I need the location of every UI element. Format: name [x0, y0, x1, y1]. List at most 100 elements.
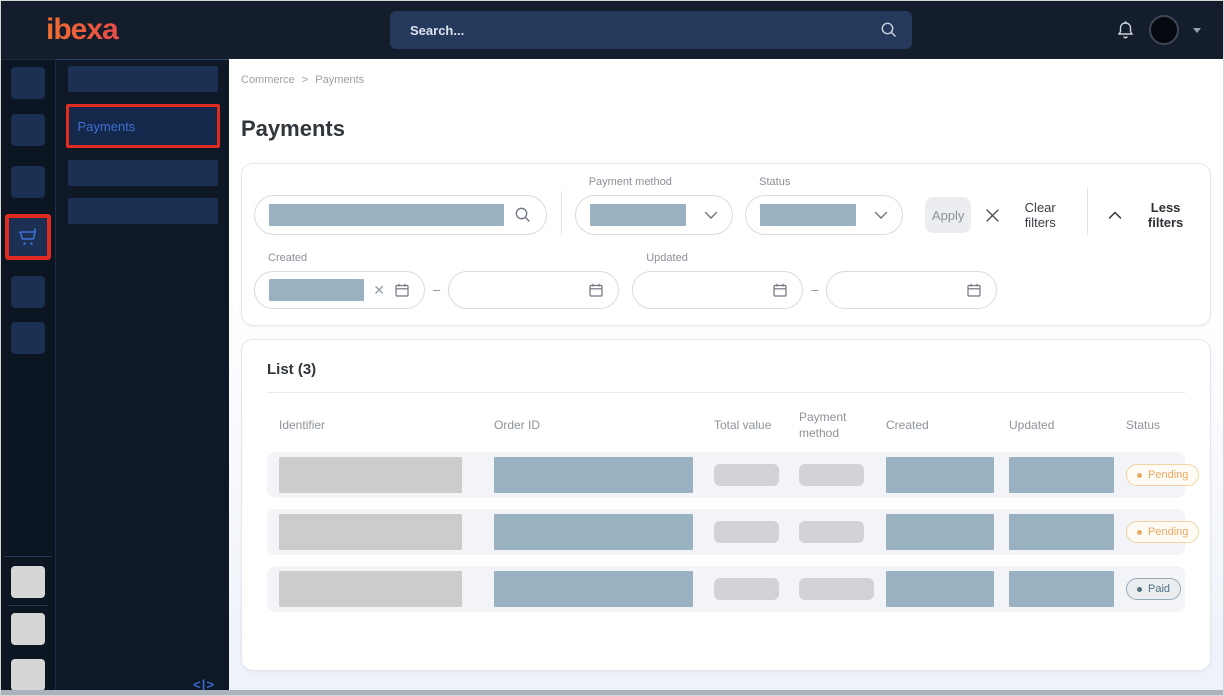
sidebar-item-payments[interactable]: Payments — [66, 104, 220, 148]
column-header-updated: Updated — [997, 417, 1114, 433]
updated-label: Updated — [632, 252, 803, 264]
nav-icon-placeholder-1[interactable] — [11, 67, 45, 99]
column-header-payment-method: Payment method — [787, 409, 874, 441]
main-nav-rail — [1, 59, 56, 696]
status-filter-group: Status — [745, 176, 903, 235]
column-header-identifier: Identifier — [267, 417, 482, 433]
redacted-identifier — [279, 514, 462, 550]
user-menu-chevron-down-icon[interactable] — [1193, 28, 1201, 33]
status-label: Status — [745, 176, 903, 188]
calendar-icon — [772, 282, 788, 298]
apply-button[interactable]: Apply — [925, 197, 971, 233]
nav-rail-bottom — [1, 552, 55, 691]
payment-method-filter-group: Payment method — [575, 176, 733, 235]
redacted-date-value — [269, 279, 364, 301]
table-row[interactable]: Pending — [267, 509, 1185, 555]
column-header-order-id: Order ID — [482, 417, 702, 433]
redacted-created — [886, 571, 994, 607]
updated-to-date-input[interactable] — [826, 271, 997, 309]
page-title: Payments — [241, 116, 1211, 142]
clear-filters-button[interactable]: Clear filters — [985, 197, 1071, 233]
updated-from-group: Updated — [632, 252, 803, 309]
payment-method-label: Payment method — [575, 176, 733, 188]
redacted-identifier — [279, 571, 462, 607]
created-from-date-input[interactable]: ✕ — [254, 271, 425, 309]
filter-search-input[interactable] — [254, 195, 547, 235]
redacted-selected-value — [760, 204, 856, 226]
payment-method-select[interactable] — [575, 195, 733, 235]
table-row[interactable]: Pending — [267, 452, 1185, 498]
breadcrumb: Commerce > Payments — [241, 74, 1211, 86]
vertical-divider — [561, 191, 562, 235]
horizontal-scrollbar[interactable] — [1, 690, 1223, 695]
created-label: Created — [254, 252, 425, 264]
column-header-created: Created — [874, 417, 997, 433]
redacted-order-id — [494, 571, 693, 607]
column-header-total-value: Total value — [702, 417, 787, 433]
nav-icon-placeholder-2[interactable] — [11, 114, 45, 146]
global-search-input[interactable] — [394, 23, 880, 38]
redacted-total-value — [714, 578, 779, 600]
breadcrumb-payments[interactable]: Payments — [315, 74, 364, 86]
redacted-total-value — [714, 521, 779, 543]
calendar-icon — [588, 282, 604, 298]
table-header-row: Identifier Order ID Total value Payment … — [267, 398, 1185, 452]
status-badge: Paid — [1126, 578, 1181, 600]
status-badge: Pending — [1126, 521, 1199, 543]
created-from-group: Created ✕ — [254, 252, 425, 309]
ibexa-logo[interactable]: ibexa — [1, 13, 229, 47]
less-filters-button[interactable]: Less filters — [1108, 197, 1198, 233]
vertical-divider — [1087, 187, 1088, 235]
status-dot-icon — [1137, 473, 1142, 478]
redacted-updated — [1009, 514, 1114, 550]
secondary-sidebar: Payments <|> — [56, 59, 229, 696]
bottom-icon-placeholder-3[interactable] — [11, 659, 45, 691]
chevron-down-icon — [704, 211, 718, 220]
breadcrumb-commerce[interactable]: Commerce — [241, 74, 295, 86]
date-range-dash: – — [811, 282, 818, 297]
user-avatar[interactable] — [1149, 15, 1179, 45]
search-icon — [514, 206, 532, 224]
redacted-identifier — [279, 457, 462, 493]
status-dot-icon — [1137, 530, 1142, 535]
redacted-order-id — [494, 457, 693, 493]
redacted-payment-method — [799, 578, 874, 600]
search-icon — [880, 21, 898, 39]
sidebar-item-placeholder-2[interactable] — [68, 160, 218, 186]
nav-item-commerce-active[interactable] — [5, 214, 51, 260]
redacted-payment-method — [799, 464, 864, 486]
clear-filters-label: Clear filters — [1009, 200, 1071, 230]
topbar: ibexa — [1, 1, 1223, 59]
shopping-cart-icon — [9, 218, 47, 256]
nav-icon-placeholder-3[interactable] — [11, 166, 45, 198]
table-row[interactable]: Paid — [267, 566, 1185, 612]
topbar-search-zone — [229, 11, 1073, 49]
nav-icon-placeholder-5[interactable] — [11, 322, 45, 354]
redacted-created — [886, 457, 994, 493]
filters-row-2: Created ✕ — [254, 252, 1198, 309]
notifications-bell-icon[interactable] — [1116, 20, 1135, 41]
app-window: ibexa — [0, 0, 1224, 696]
status-select[interactable] — [745, 195, 903, 235]
bottom-icon-placeholder-1[interactable] — [11, 566, 45, 598]
less-filters-label: Less filters — [1133, 200, 1198, 230]
payments-list-panel: List (3) Identifier Order ID Total value… — [241, 339, 1211, 671]
date-range-dash: – — [433, 282, 440, 297]
redacted-created — [886, 514, 994, 550]
main-content: Commerce > Payments Payments — [229, 59, 1223, 696]
created-to-date-input[interactable] — [448, 271, 619, 309]
sidebar-item-placeholder-1[interactable] — [68, 66, 218, 92]
redacted-updated — [1009, 571, 1114, 607]
redacted-payment-method — [799, 521, 864, 543]
nav-icon-placeholder-4[interactable] — [11, 276, 45, 308]
global-search-bar[interactable] — [390, 11, 912, 49]
redacted-order-id — [494, 514, 693, 550]
sidebar-item-placeholder-3[interactable] — [68, 198, 218, 224]
status-badge-label: Pending — [1148, 469, 1188, 481]
clear-date-icon[interactable]: ✕ — [373, 283, 385, 297]
redacted-total-value — [714, 464, 779, 486]
bottom-icon-placeholder-2[interactable] — [11, 613, 45, 645]
updated-from-date-input[interactable] — [632, 271, 803, 309]
breadcrumb-separator: > — [302, 74, 308, 86]
list-divider — [267, 392, 1185, 393]
